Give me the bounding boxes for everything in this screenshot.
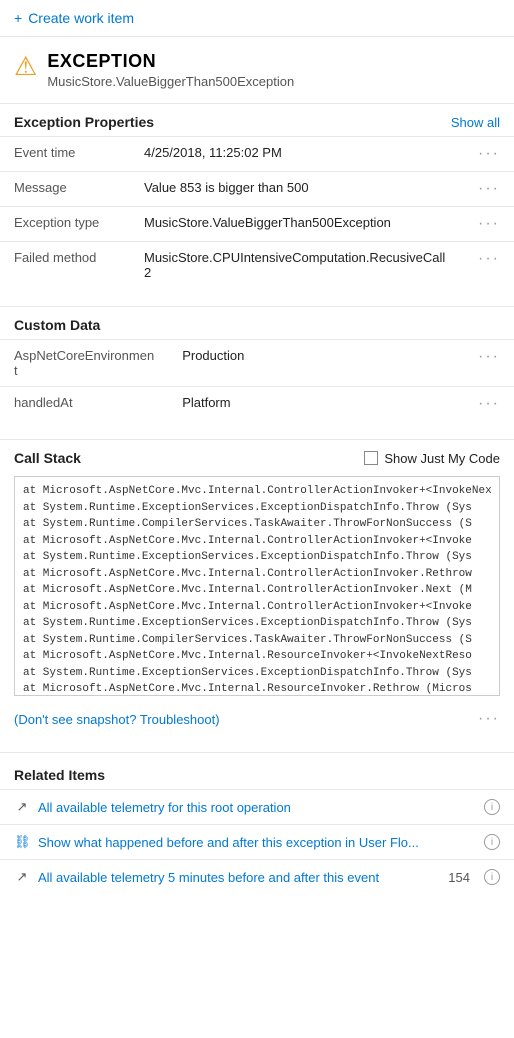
custom-data-table: AspNetCoreEnvironmen t Production ··· ha… [0,339,514,421]
related-item-icon: ↗ [14,799,30,815]
prop-more-options[interactable]: ··· [464,172,514,207]
create-work-item-label: Create work item [28,10,134,26]
related-items-title: Related Items [0,752,514,789]
create-work-item-button[interactable]: + Create work item [14,10,134,26]
exception-prop-row: Failed method MusicStore.CPUIntensiveCom… [0,242,514,289]
prop-more-options[interactable]: ··· [464,387,514,422]
warning-icon: ⚠ [14,53,37,79]
related-item-text: All available telemetry for this root op… [38,800,476,815]
call-stack-line: at Microsoft.AspNetCore.Mvc.Internal.Res… [23,681,491,696]
plus-icon: + [14,10,22,26]
exception-subtitle: MusicStore.ValueBiggerThan500Exception [47,74,294,89]
show-all-link[interactable]: Show all [451,115,500,130]
exception-properties-table: Event time 4/25/2018, 11:25:02 PM ··· Me… [0,136,514,288]
prop-value: MusicStore.ValueBiggerThan500Exception [130,207,464,242]
call-stack-line: at System.Runtime.ExceptionServices.Exce… [23,665,491,682]
info-icon[interactable]: i [484,799,500,815]
show-just-my-code-text: Show Just My Code [384,451,500,466]
call-stack-line: at System.Runtime.ExceptionServices.Exce… [23,500,491,517]
custom-data-row: handledAt Platform ··· [0,387,514,422]
exception-properties-header: Exception Properties Show all [0,103,514,136]
info-icon[interactable]: i [484,869,500,885]
show-just-my-code-checkbox[interactable] [364,451,378,465]
call-stack-title: Call Stack [14,450,81,466]
related-item-icon: ↗ [14,869,30,885]
exception-info: EXCEPTION MusicStore.ValueBiggerThan500E… [47,51,294,89]
call-stack-line: at Microsoft.AspNetCore.Mvc.Internal.Con… [23,599,491,616]
prop-more-options[interactable]: ··· [464,242,514,289]
prop-key: Exception type [0,207,130,242]
call-stack-line: at System.Runtime.CompilerServices.TaskA… [23,632,491,649]
custom-data-title: Custom Data [14,317,100,333]
call-stack-line: at Microsoft.AspNetCore.Mvc.Internal.Res… [23,648,491,665]
exception-badge: EXCEPTION [47,51,294,72]
related-item[interactable]: ↗ All available telemetry 5 minutes befo… [0,859,514,894]
related-item[interactable]: ⛓ Show what happened before and after th… [0,824,514,859]
prop-key: Failed method [0,242,130,289]
call-stack-header: Call Stack Show Just My Code [0,439,514,472]
related-item-text: Show what happened before and after this… [38,835,476,850]
top-bar: + Create work item [0,0,514,37]
prop-value: Value 853 is bigger than 500 [130,172,464,207]
show-just-my-code-label[interactable]: Show Just My Code [364,451,500,466]
prop-value: 4/25/2018, 11:25:02 PM [130,137,464,172]
custom-data-row: AspNetCoreEnvironmen t Production ··· [0,340,514,387]
exception-prop-row: Message Value 853 is bigger than 500 ··· [0,172,514,207]
prop-more-options[interactable]: ··· [464,137,514,172]
related-item-icon: ⛓ [14,834,30,850]
related-item-count: 154 [448,870,470,885]
prop-more-options[interactable]: ··· [464,207,514,242]
exception-prop-row: Exception type MusicStore.ValueBiggerTha… [0,207,514,242]
call-stack-line: at System.Runtime.CompilerServices.TaskA… [23,516,491,533]
exception-properties-title: Exception Properties [14,114,154,130]
troubleshoot-link[interactable]: (Don't see snapshot? Troubleshoot) [14,712,220,727]
prop-key: AspNetCoreEnvironmen t [0,340,168,387]
prop-value: MusicStore.CPUIntensiveComputation.Recus… [130,242,464,289]
troubleshoot-dots[interactable]: ··· [478,710,500,728]
call-stack-line: at Microsoft.AspNetCore.Mvc.Internal.Con… [23,566,491,583]
exception-prop-row: Event time 4/25/2018, 11:25:02 PM ··· [0,137,514,172]
prop-key: Message [0,172,130,207]
prop-more-options[interactable]: ··· [464,340,514,387]
call-stack-line: at System.Runtime.ExceptionServices.Exce… [23,549,491,566]
prop-key: handledAt [0,387,168,422]
prop-value: Production [168,340,464,387]
troubleshoot-row: (Don't see snapshot? Troubleshoot) ··· [0,704,514,738]
call-stack-line: at Microsoft.AspNetCore.Mvc.Internal.Con… [23,582,491,599]
info-icon[interactable]: i [484,834,500,850]
related-item-text: All available telemetry 5 minutes before… [38,870,440,885]
related-items-list: ↗ All available telemetry for this root … [0,789,514,894]
call-stack-content[interactable]: at Microsoft.AspNetCore.Mvc.Internal.Con… [14,476,500,696]
prop-key: Event time [0,137,130,172]
exception-header: ⚠ EXCEPTION MusicStore.ValueBiggerThan50… [0,37,514,99]
call-stack-line: at Microsoft.AspNetCore.Mvc.Internal.Con… [23,483,491,500]
call-stack-line: at Microsoft.AspNetCore.Mvc.Internal.Con… [23,533,491,550]
custom-data-header: Custom Data [0,306,514,339]
prop-value: Platform [168,387,464,422]
call-stack-line: at System.Runtime.ExceptionServices.Exce… [23,615,491,632]
related-item[interactable]: ↗ All available telemetry for this root … [0,789,514,824]
